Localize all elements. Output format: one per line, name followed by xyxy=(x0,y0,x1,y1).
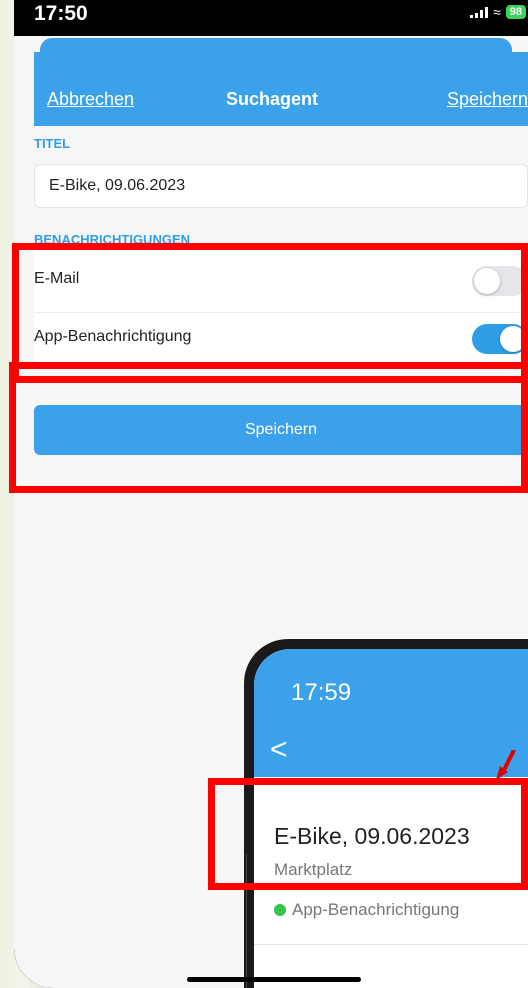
arrow-icon xyxy=(496,750,516,780)
home-indicator xyxy=(187,977,361,982)
status-bar: 17:50 ≈ 98 xyxy=(14,0,528,36)
wifi-icon: ≈ xyxy=(493,4,501,20)
battery-icon: 98 xyxy=(505,5,526,19)
status-time: 17:50 xyxy=(34,2,88,25)
inset-agent-status: App-Benachrichtigung xyxy=(274,900,459,920)
inset-time: 17:59 xyxy=(291,679,352,706)
title-section-label: TITEL xyxy=(34,136,71,151)
inset-header: 17:59 < xyxy=(254,649,528,777)
highlight-box-save xyxy=(9,362,528,493)
save-link[interactable]: Speichern xyxy=(447,89,528,110)
nav-bar: Abbrechen Suchagent Speichern xyxy=(34,52,528,126)
highlight-box-inset xyxy=(208,778,528,890)
title-input[interactable]: E-Bike, 09.06.2023 xyxy=(34,164,528,208)
inset-status-text: App-Benachrichtigung xyxy=(292,900,460,919)
inset-divider xyxy=(254,944,528,945)
page-title: Suchagent xyxy=(226,89,319,109)
status-dot-icon xyxy=(274,904,286,916)
back-chevron-icon[interactable]: < xyxy=(270,733,288,767)
status-icons: ≈ 98 xyxy=(470,4,526,20)
cancel-link[interactable]: Abbrechen xyxy=(47,89,134,110)
signal-icon xyxy=(470,6,489,18)
